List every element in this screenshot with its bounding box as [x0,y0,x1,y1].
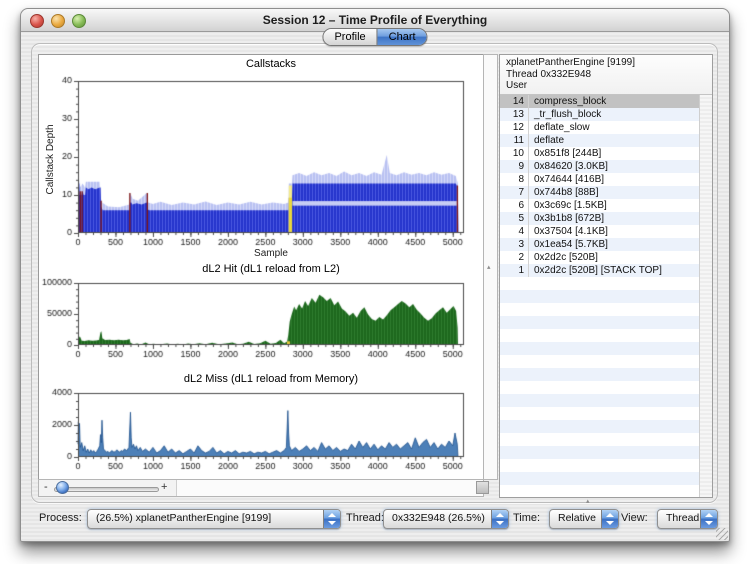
stack-frame-label: deflate_slow [529,121,590,134]
tab-chart[interactable]: Chart [377,29,427,45]
list-item[interactable]: 80x74644 [416B] [500,173,700,186]
stack-depth-index: 9 [500,160,529,173]
stack-frame-label: 0x2d2c [520B] [529,251,598,264]
stack-depth-index: 2 [500,251,529,264]
stack-depth-index: 10 [500,147,529,160]
process-popup-label: Process: [39,512,82,524]
stack-depth-index: 7 [500,186,529,199]
stack-frame-label: _tr_flush_block [529,108,601,121]
stack-frame-label: 0x1ea54 [5.7KB] [529,238,608,251]
scrollbar-grow-box[interactable] [476,481,489,494]
stack-frame-label: 0x744b8 [88B] [529,186,599,199]
dl2-hit-chart-title: dL2 Hit (dL1 reload from L2) [69,263,473,275]
list-item[interactable]: 40x37504 [4.1KB] [500,225,700,238]
list-item[interactable]: 70x744b8 [88B] [500,186,700,199]
list-item[interactable]: 50x3b1b8 [672B] [500,212,700,225]
content-groupbox: Callstacks Callstack Depth Sample dL2 Hi… [31,43,718,503]
zoom-out-label[interactable]: - [44,481,48,493]
list-item[interactable]: 100x851f8 [244B] [500,147,700,160]
list-item[interactable]: 90x84620 [3.0KB] [500,160,700,173]
thread-id-label: Thread 0x332E948 [506,69,712,81]
list-item[interactable]: 60x3c69c [1.5KB] [500,199,700,212]
callstack-rows: 14compress_block13_tr_flush_block12defla… [500,95,700,497]
zoom-slider-thumb[interactable] [56,481,69,494]
zoom-in-label[interactable]: + [161,481,167,493]
callstacks-chart[interactable] [40,73,482,251]
stack-depth-index: 14 [500,95,529,108]
window-title: Session 12 – Time Profile of Everything [21,13,729,27]
callstacks-ylabel: Callstack Depth [45,92,56,227]
stack-frame-label: 0x37504 [4.1KB] [529,225,608,238]
chart-horizontal-scrollbar[interactable]: - + [38,479,484,497]
popup-arrows-icon [491,510,508,528]
app-window: Session 12 – Time Profile of Everything … [20,8,730,542]
stack-depth-index: 11 [500,134,529,147]
list-item[interactable]: 14compress_block [500,95,700,108]
stack-frame-label: 0x3c69c [1.5KB] [529,199,607,212]
callstacks-xlabel: Sample [69,248,473,259]
callstack-list-header: xplanetPantherEngine [9199] Thread 0x332… [500,55,712,95]
stack-frame-label: 0x3b1b8 [672B] [529,212,604,225]
tab-profile[interactable]: Profile [323,29,376,45]
process-name-label: xplanetPantherEngine [9199] [506,57,712,69]
view-popup-label: View: [621,512,648,524]
popup-arrows-icon [601,510,618,528]
window-resize-grip[interactable] [716,528,728,540]
zoom-slider-track[interactable] [54,487,159,492]
splitter-collapse-icon[interactable]: ▴ [487,264,491,271]
stack-depth-index: 13 [500,108,529,121]
process-popup[interactable]: (26.5%) xplanetPantherEngine [9199] [87,509,341,529]
list-item[interactable]: 11deflate [500,134,700,147]
stack-depth-index: 1 [500,264,529,277]
bottom-controls-bar: Process: (26.5%) xplanetPantherEngine [9… [21,506,729,534]
stack-depth-index: 12 [500,121,529,134]
zoom-slider: - + [39,480,177,496]
bottom-splitter-collapse-icon[interactable]: ▴ [586,498,590,505]
chart-panel: Callstacks Callstack Depth Sample dL2 Hi… [38,54,484,480]
popup-arrows-icon [700,510,717,528]
dl2-miss-chart[interactable] [40,387,482,479]
list-item[interactable]: 20x2d2c [520B] [500,251,700,264]
callstacks-chart-title: Callstacks [69,58,473,70]
stack-frame-label: 0x84620 [3.0KB] [529,160,608,173]
stack-depth-index: 6 [500,199,529,212]
stack-depth-index: 3 [500,238,529,251]
thread-popup-label: Thread: [346,512,384,524]
list-item[interactable]: 12deflate_slow [500,121,700,134]
stack-depth-index: 5 [500,212,529,225]
thread-popup[interactable]: 0x332E948 (26.5%) [383,509,509,529]
stack-frame-label: deflate [529,134,564,147]
list-item[interactable]: 10x2d2c [520B] [STACK TOP] [500,264,700,277]
stack-frame-label: 0x851f8 [244B] [529,147,601,160]
time-popup[interactable]: Relative [549,509,619,529]
list-item[interactable]: 30x1ea54 [5.7KB] [500,238,700,251]
popup-arrows-icon [323,510,340,528]
stack-frame-label: compress_block [529,95,606,108]
view-tabs: Profile Chart [322,28,427,46]
list-item[interactable]: 13_tr_flush_block [500,108,700,121]
stack-depth-index: 4 [500,225,529,238]
dl2-miss-chart-title: dL2 Miss (dL1 reload from Memory) [69,373,473,385]
stack-frame-label: 0x2d2c [520B] [STACK TOP] [529,264,662,277]
view-popup[interactable]: Thread [657,509,718,529]
dl2-hit-chart[interactable] [40,277,482,365]
stack-depth-index: 8 [500,173,529,186]
time-popup-label: Time: [513,512,540,524]
callstack-list-panel: xplanetPantherEngine [9199] Thread 0x332… [499,54,713,498]
stack-frame-label: 0x74644 [416B] [529,173,604,186]
mode-label: User [506,80,712,92]
callstack-list-scrollbar[interactable] [699,95,712,497]
